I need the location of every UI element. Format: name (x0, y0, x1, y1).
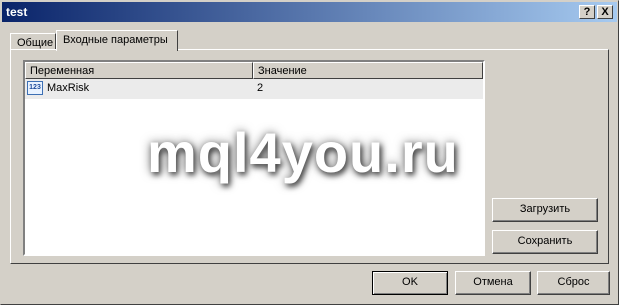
cancel-button[interactable]: Отмена (455, 271, 531, 295)
column-variable[interactable]: Переменная (25, 62, 253, 79)
tab-input-parameters[interactable]: Входные параметры (56, 30, 178, 51)
save-button-label: Сохранить (517, 235, 573, 247)
variable-name-cell[interactable]: MaxRisk (47, 82, 89, 94)
tab-general[interactable]: Общие (10, 33, 56, 50)
table-header: Переменная Значение (25, 62, 483, 79)
column-value[interactable]: Значение (253, 62, 483, 79)
title-bar[interactable]: test ? X (2, 2, 617, 22)
reset-button[interactable]: Сброс (537, 271, 610, 295)
watermark: mql4you.ru (147, 121, 459, 184)
close-button[interactable]: X (597, 5, 613, 19)
load-button[interactable]: Загрузить (492, 198, 598, 222)
window-title: test (6, 5, 28, 19)
table-row[interactable]: 123 MaxRisk 2 (25, 79, 483, 99)
load-button-label: Загрузить (519, 203, 571, 215)
save-button[interactable]: Сохранить (492, 230, 598, 254)
variable-value-cell[interactable]: 2 (257, 82, 263, 94)
integer-variable-icon: 123 (27, 81, 43, 95)
ok-button[interactable]: OK (372, 271, 448, 295)
help-button[interactable]: ? (579, 5, 595, 19)
